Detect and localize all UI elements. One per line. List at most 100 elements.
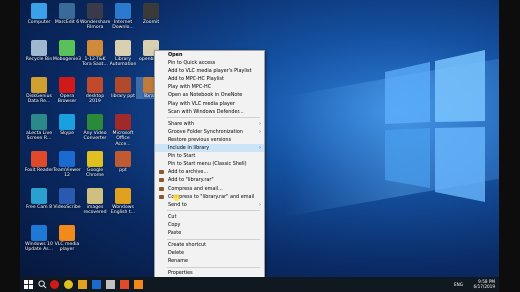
desktop-icon[interactable]: Free Cam 8 [24,188,54,210]
menu-item[interactable]: Scan with Windows Defender... [155,108,264,116]
desktop-icon[interactable]: library ppt [108,77,138,99]
windows-logo-wallpaper [385,42,485,212]
desktop-icon[interactable]: 1-12-T&K Tora Saat... [80,40,110,68]
desktop-icon[interactable]: Any Video Converter [80,114,110,142]
app-icon [31,40,47,56]
desktop-icon[interactable]: MarcEdit 6 [52,3,82,25]
menu-item[interactable]: Send to › [155,201,264,209]
menu-item[interactable]: Groove Folder Synchronization › [155,128,264,136]
menu-separator [167,238,260,240]
menu-item[interactable]: Restore previous versions [155,136,264,144]
desktop-icon[interactable]: TeamViewer 12 [52,151,82,179]
desktop-icon[interactable]: Recycle Bin [24,40,54,62]
start-button[interactable] [24,280,33,289]
menu-item-label: Add to MPC-HC Playlist [168,76,224,83]
desktop-icon[interactable]: DiskGenius Data Re... [24,77,54,105]
desktop-icon-label: images recovered [83,205,107,216]
desktop-icon[interactable]: Foxit Reader [24,151,54,173]
menu-item-label: Add to VLC media player's Playlist [168,68,252,75]
desktop-icon[interactable]: Google Chrome [80,151,110,179]
desktop-icon[interactable]: desktop 2019 [80,77,110,105]
store-icon[interactable] [92,280,101,289]
menu-item[interactable]: Copy [155,221,264,229]
menu-item-label: Pin to Start menu (Classic Shell) [168,161,247,168]
desktop-icon-label: VLC media player [54,242,80,253]
menu-item[interactable]: Rename [155,257,264,265]
menu-item[interactable]: Add to archive... [155,168,264,176]
menu-item[interactable]: Compress to "library.rar" and email [155,193,264,201]
app-icon [31,77,47,93]
app-icon [87,40,103,56]
menu-item-label: Compress and email... [168,185,223,192]
mouse-cursor-highlight [173,194,180,201]
clock-date[interactable]: 6/17/2019 [474,284,495,289]
desktop-icon[interactable]: ppt [108,151,138,173]
desktop-icon[interactable]: Microsoft Office Acce... [108,114,138,147]
desktop-icon[interactable]: Mobogenie3 [52,40,82,62]
taskbar-app-icon[interactable] [134,280,143,289]
menu-item-label: Restore previous versions [168,136,232,143]
desktop-icon[interactable]: aLecta Live Screen R... [24,114,54,142]
app-icon [87,77,103,93]
desktop-icon[interactable]: Library Automation [108,40,138,68]
desktop-icon[interactable]: VideoScribe [52,188,82,210]
menu-item[interactable]: Delete [155,249,264,257]
menu-item[interactable]: Add to "library.rar" [155,176,264,184]
desktop-icon[interactable]: Wondows English t... [108,188,138,216]
menu-item-label: Include in library [168,145,210,152]
menu-item[interactable]: Include in library › [155,144,264,153]
menu-item[interactable]: Cut [155,213,264,221]
app-icon [59,225,75,241]
menu-item-label: Groove Folder Synchronization [168,128,243,135]
opera-taskbar-icon[interactable] [50,280,59,289]
search-icon[interactable] [38,280,47,289]
menu-item[interactable]: Paste [155,229,264,237]
menu-item[interactable]: Create shortcut [155,241,264,249]
app-icon [59,114,75,130]
taskbar-app-icon[interactable] [106,280,115,289]
menu-item[interactable]: Compress and email... [155,185,264,193]
chevron-right-icon: › [259,120,261,127]
desktop-icon[interactable]: Wondershare Filmora [80,3,110,31]
menu-item[interactable]: Open [155,51,264,59]
menu-separator [167,266,260,268]
desktop-icon-label: Opera Browser [57,94,77,105]
menu-item-label: Paste [168,229,182,236]
menu-item-label: Copy [168,221,181,228]
desktop-icon[interactable]: Zoomit [136,3,166,25]
desktop-icon[interactable]: VLC media player [52,225,82,253]
desktop-icon[interactable]: Windows 10 Update As... [24,225,54,253]
desktop-icon-label: DiskGenius Data Re... [26,94,52,105]
desktop-icon[interactable]: Computer [24,3,54,25]
taskbar-app-icon[interactable] [120,280,129,289]
menu-item[interactable]: Open as Notebook in OneNote [155,91,264,99]
app-icon [59,3,75,19]
desktop-icon[interactable]: Opera Browser [52,77,82,105]
winrar-icon [159,186,164,191]
menu-separator [167,210,260,212]
desktop-icon[interactable]: images recovered [80,188,110,216]
menu-item-label: Properties [168,270,193,277]
desktop-icon-label: 1-12-T&K Tora Saat... [82,57,108,68]
menu-item[interactable]: Play with MPC-HC [155,83,264,91]
menu-item[interactable]: Add to VLC media player's Playlist [155,67,264,75]
menu-item-label: Rename [168,258,189,265]
menu-item[interactable]: Play with VLC media player [155,100,264,108]
menu-item[interactable]: Pin to Start [155,152,264,160]
file-explorer-icon[interactable] [78,280,87,289]
menu-item-label: Share with [168,120,195,127]
desktop-icon[interactable]: Internet Downlo... [108,3,138,31]
menu-item[interactable]: Pin to Start menu (Classic Shell) [155,160,264,168]
menu-item[interactable]: Share with › [155,120,264,128]
desktop-icon-label: Microsoft Office Acce... [112,131,134,147]
chrome-taskbar-icon[interactable] [64,280,73,289]
right-letterbox [499,0,520,292]
menu-item[interactable]: Pin to Quick access [155,59,264,67]
system-tray[interactable]: ENG 9:58 PM 6/17/2019 [454,279,495,289]
desktop-icon-label: Skype [60,131,74,136]
desktop-icon[interactable]: Skype [52,114,82,136]
menu-item[interactable]: Add to MPC-HC Playlist [155,75,264,83]
menu-item-label: Delete [168,250,185,257]
menu-item-label: Send to [168,201,187,208]
language-indicator[interactable]: ENG [454,282,463,287]
